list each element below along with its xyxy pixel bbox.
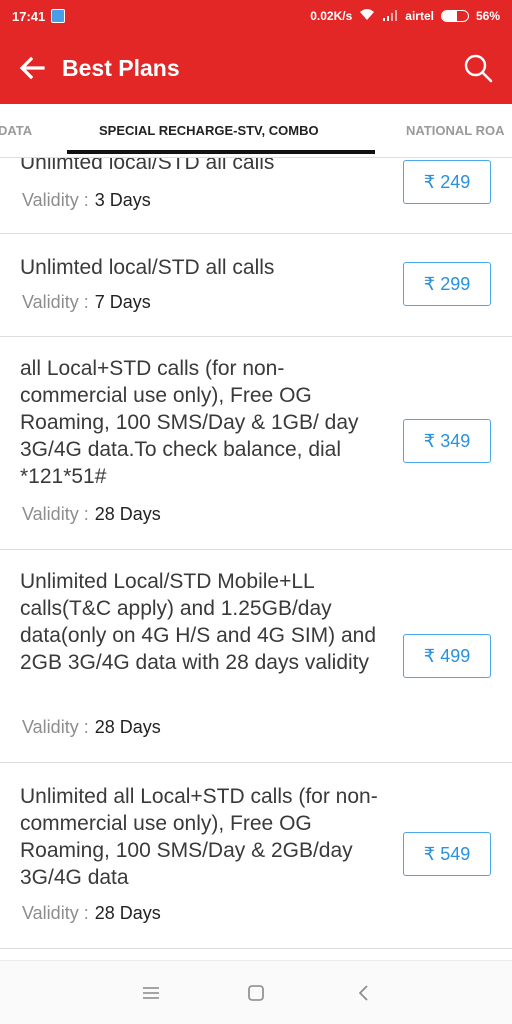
battery-percent: 56% bbox=[475, 9, 500, 23]
signal-icon bbox=[382, 9, 398, 24]
tab-national-roaming[interactable]: NATIONAL ROA bbox=[406, 104, 504, 157]
plan-validity: Validity :28 Days bbox=[22, 504, 161, 525]
nav-back-icon[interactable] bbox=[351, 981, 375, 1005]
validity-days: 28 Days bbox=[94, 903, 161, 923]
validity-label: Validity : bbox=[22, 903, 89, 923]
plan-item[interactable]: Unlimted local/STD all calls Validity :3… bbox=[0, 158, 512, 234]
status-right: 0.02K/s airtel 56% bbox=[310, 8, 500, 24]
plan-description: Unlimited Local/STD Mobile+LL calls(T&C … bbox=[20, 570, 377, 674]
validity-days: 3 Days bbox=[94, 190, 151, 210]
validity-days: 28 Days bbox=[94, 717, 161, 737]
plans-list[interactable]: Unlimted local/STD all calls Validity :3… bbox=[0, 158, 512, 960]
plan-item[interactable]: all Local+STD calls (for non-commercial … bbox=[0, 337, 512, 550]
carrier-name: airtel bbox=[405, 9, 434, 23]
validity-label: Validity : bbox=[22, 504, 89, 524]
battery-icon bbox=[440, 10, 469, 22]
plan-item[interactable]: Unlimited Local/STD Mobile+LL calls(T&C … bbox=[0, 550, 512, 763]
validity-days: 7 Days bbox=[94, 292, 151, 312]
plan-validity: Validity :7 Days bbox=[22, 292, 151, 313]
validity-label: Validity : bbox=[22, 717, 89, 737]
network-speed: 0.02K/s bbox=[310, 9, 353, 23]
app-bar: Best Plans bbox=[0, 32, 512, 104]
menu-icon[interactable] bbox=[139, 981, 163, 1005]
validity-label: Validity : bbox=[22, 292, 89, 312]
plan-validity: Validity :3 Days bbox=[22, 190, 151, 211]
price-button[interactable]: ₹ 249 bbox=[403, 160, 491, 204]
plan-validity: Validity :28 Days bbox=[22, 903, 161, 924]
plan-item[interactable]: Unlimited all Local+STD calls (for non-c… bbox=[0, 763, 512, 949]
status-bar: 17:41 0.02K/s airtel 56% bbox=[0, 0, 512, 32]
home-square-icon[interactable] bbox=[244, 981, 268, 1005]
price-button[interactable]: ₹ 499 bbox=[403, 634, 491, 678]
system-nav-bar bbox=[0, 960, 512, 1024]
plan-item[interactable]: Unlimted local/STD all calls Validity :7… bbox=[0, 234, 512, 337]
price-button[interactable]: ₹ 549 bbox=[403, 832, 491, 876]
plan-validity: Validity :28 Days bbox=[22, 717, 161, 738]
validity-days: 28 Days bbox=[94, 504, 161, 524]
plan-description: Unlimited all Local+STD calls (for non-c… bbox=[20, 785, 378, 889]
gallery-notification-icon bbox=[51, 9, 66, 23]
wifi-icon bbox=[359, 8, 375, 24]
plan-description: Unlimted local/STD all calls bbox=[20, 158, 275, 174]
arrow-back-icon[interactable] bbox=[4, 40, 60, 96]
price-button[interactable]: ₹ 299 bbox=[403, 262, 491, 306]
page-title: Best Plans bbox=[62, 54, 180, 81]
price-button[interactable]: ₹ 349 bbox=[403, 419, 491, 463]
plan-description: Unlimted local/STD all calls bbox=[20, 256, 275, 279]
search-icon[interactable] bbox=[454, 44, 502, 92]
tab-data[interactable]: DATA bbox=[0, 104, 32, 157]
tab-indicator bbox=[67, 150, 375, 154]
status-time: 17:41 bbox=[12, 8, 46, 24]
validity-label: Validity : bbox=[22, 190, 89, 210]
plan-description: all Local+STD calls (for non-commercial … bbox=[20, 357, 359, 488]
